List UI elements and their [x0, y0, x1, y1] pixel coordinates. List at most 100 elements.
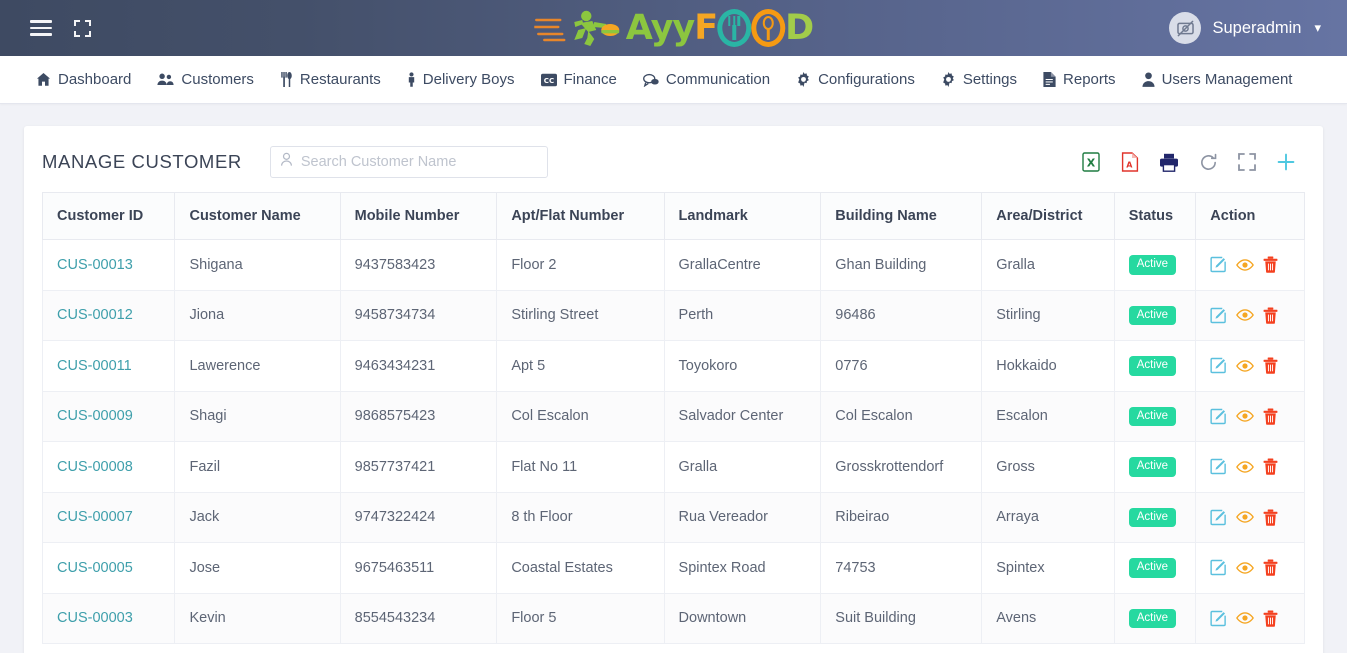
view-row-button[interactable] [1236, 611, 1255, 625]
view-row-button[interactable] [1236, 561, 1255, 575]
cell-building-name: Grosskrottendorf [820, 441, 983, 493]
edit-row-button[interactable] [1210, 509, 1227, 526]
cell-landmark: Spintex Road [663, 542, 822, 594]
row-action-group [1210, 256, 1304, 273]
nav-item-reports[interactable]: Reports [1030, 56, 1129, 103]
nav-label: Delivery Boys [422, 71, 515, 88]
cell-customer-id[interactable]: CUS-00005 [41, 542, 176, 594]
cell-landmark: Downtown [663, 592, 822, 644]
fullscreen-button[interactable] [1236, 151, 1258, 173]
cell-landmark: Toyokoro [663, 340, 822, 392]
cell-building-name: Ghan Building [820, 239, 983, 291]
nav-item-configurations[interactable]: Configurations [783, 56, 928, 103]
cell-customer-id[interactable]: CUS-00008 [41, 441, 176, 493]
cell-building-name: Suit Building [820, 592, 983, 644]
view-row-button[interactable] [1236, 258, 1255, 272]
cell-customer-id[interactable]: CUS-00007 [41, 491, 176, 543]
column-area-district[interactable]: Area/District [981, 192, 1115, 240]
nav-item-communication[interactable]: Communication [630, 56, 783, 103]
nav-label: Finance [563, 71, 617, 88]
cell-action [1195, 390, 1305, 442]
nav-label: Reports [1063, 71, 1116, 88]
cell-action [1195, 340, 1305, 392]
table-row: CUS-00007 Jack 9747322424 8 th Floor Rua Ver… [41, 491, 1305, 543]
user-icon [1142, 72, 1155, 87]
column-building-name[interactable]: Building Name [820, 192, 983, 240]
card-header: MANAGE CUSTOMER X A [24, 126, 1323, 192]
user-menu[interactable]: Superadmin ▾ [1169, 12, 1321, 44]
edit-row-button[interactable] [1210, 307, 1227, 324]
cell-mobile-number: 9868575423 [339, 390, 498, 442]
edit-row-button[interactable] [1210, 357, 1227, 374]
status-badge: Active [1128, 608, 1177, 628]
delete-row-button[interactable] [1263, 458, 1278, 475]
delete-row-button[interactable] [1263, 559, 1278, 576]
table-row: CUS-00008 Fazil 9857737421 Flat No 11 Gralla… [41, 441, 1305, 493]
column-customer-name[interactable]: Customer Name [174, 192, 341, 240]
print-button[interactable] [1158, 151, 1180, 173]
nav-item-delivery-boys[interactable]: Delivery Boys [394, 56, 528, 103]
nav-item-restaurants[interactable]: Restaurants [267, 56, 394, 103]
nav-item-users-management[interactable]: Users Management [1129, 56, 1306, 103]
cell-landmark: Perth [663, 289, 822, 341]
cell-customer-id[interactable]: CUS-00011 [41, 340, 176, 392]
cell-apt-flat-number: Floor 5 [496, 592, 665, 644]
hamburger-icon[interactable] [30, 20, 52, 36]
cell-landmark: GrallaCentre [663, 239, 822, 291]
nav-item-finance[interactable]: CC Finance [528, 56, 630, 103]
column-mobile-number[interactable]: Mobile Number [339, 192, 498, 240]
row-action-group [1210, 458, 1304, 475]
chevron-down-icon[interactable]: ▾ [1314, 20, 1321, 36]
view-row-button[interactable] [1236, 308, 1255, 322]
table-body: CUS-00013 Shigana 9437583423 Floor 2 GrallaC… [41, 239, 1305, 644]
cell-customer-name: Jose [174, 542, 341, 594]
delete-row-button[interactable] [1263, 408, 1278, 425]
column-customer-id[interactable]: Customer ID [41, 192, 176, 240]
delete-row-button[interactable] [1263, 357, 1278, 374]
view-row-button[interactable] [1236, 460, 1255, 474]
spoon-o-icon [751, 9, 786, 47]
refresh-button[interactable] [1197, 151, 1219, 173]
nav-item-settings[interactable]: Settings [928, 56, 1030, 103]
cell-customer-id[interactable]: CUS-00013 [41, 239, 176, 291]
nav-label: Dashboard [58, 71, 132, 88]
row-action-group [1210, 559, 1304, 576]
export-excel-button[interactable]: X [1080, 151, 1102, 173]
cell-action [1195, 542, 1305, 594]
edit-row-button[interactable] [1210, 610, 1227, 627]
cell-building-name: 96486 [820, 289, 983, 341]
status-badge: Active [1128, 406, 1177, 426]
nav-item-customers[interactable]: Customers [144, 56, 267, 103]
edit-row-button[interactable] [1210, 408, 1227, 425]
delete-row-button[interactable] [1263, 509, 1278, 526]
view-row-button[interactable] [1236, 359, 1255, 373]
view-row-button[interactable] [1236, 510, 1255, 524]
edit-row-button[interactable] [1210, 458, 1227, 475]
delete-row-button[interactable] [1263, 307, 1278, 324]
cell-customer-id[interactable]: CUS-00009 [41, 390, 176, 442]
edit-row-button[interactable] [1210, 256, 1227, 273]
nav-item-dashboard[interactable]: Dashboard [28, 56, 144, 103]
fullscreen-icon[interactable] [74, 19, 91, 37]
svg-text:CC: CC [543, 76, 553, 85]
cell-customer-id[interactable]: CUS-00003 [41, 592, 176, 644]
column-apt-flat-number[interactable]: Apt/Flat Number [496, 192, 665, 240]
page-title: MANAGE CUSTOMER [42, 151, 242, 172]
cell-customer-id[interactable]: CUS-00012 [41, 289, 176, 341]
column-landmark[interactable]: Landmark [663, 192, 822, 240]
status-badge: Active [1128, 305, 1177, 325]
delete-row-button[interactable] [1263, 610, 1278, 627]
add-customer-button[interactable] [1275, 151, 1297, 173]
delete-row-button[interactable] [1263, 256, 1278, 273]
cell-area-district: Gralla [981, 239, 1115, 291]
cell-customer-name: Kevin [174, 592, 341, 644]
cell-apt-flat-number: Floor 2 [496, 239, 665, 291]
column-status[interactable]: Status [1113, 192, 1197, 240]
view-row-button[interactable] [1236, 409, 1255, 423]
search-input[interactable] [269, 146, 548, 178]
edit-row-button[interactable] [1210, 559, 1227, 576]
export-pdf-button[interactable]: A [1119, 151, 1141, 173]
cell-mobile-number: 9458734734 [339, 289, 498, 341]
table-header: Customer ID Customer Name Mobile Number … [41, 192, 1305, 240]
cell-action [1195, 592, 1305, 644]
